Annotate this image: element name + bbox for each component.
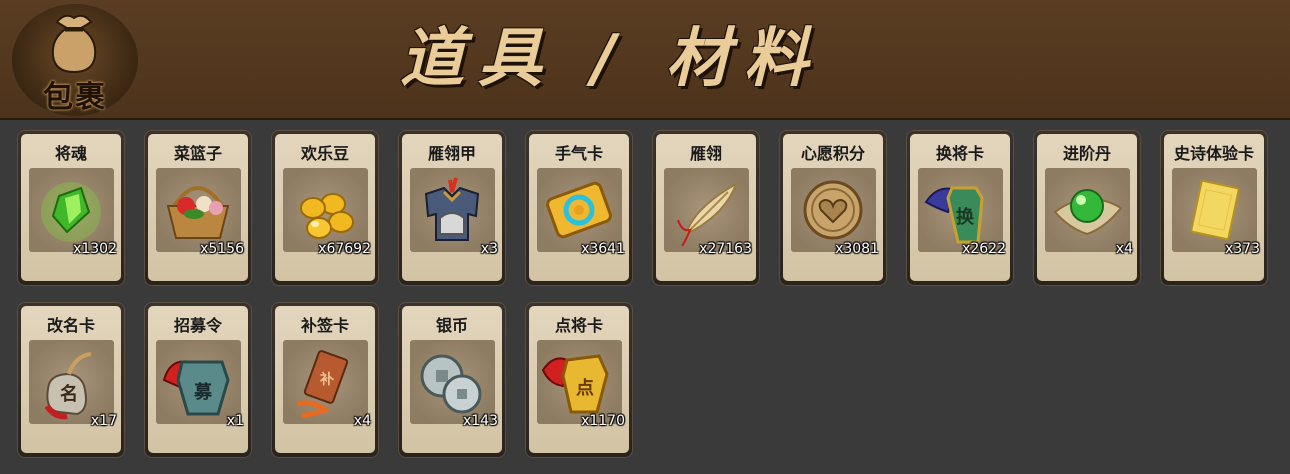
item-card-shishitiyanka[interactable]: 史诗体验卡 x373 [1160,130,1268,286]
item-name: 将魂 [54,144,87,163]
inventory-logo: 包裹 [12,4,138,116]
heart-coin-icon [803,180,863,240]
item-name: 史诗体验卡 [1173,144,1254,163]
rename-tag-icon: 名 [44,352,92,420]
item-card-dianjiangka[interactable]: 点将卡 点 x1170 [525,302,633,458]
item-quantity: x373 [1224,241,1260,257]
swap-general-token-icon: 换 [924,186,984,244]
item-name: 点将卡 [554,316,603,335]
item-name: 换将卡 [935,144,984,163]
svg-text:募: 募 [193,382,213,403]
item-name: 雁翎 [689,144,722,163]
item-card-yinbi[interactable]: 银币 x143 [398,302,506,458]
pick-general-token-icon: 点 [541,354,609,414]
item-quantity: x4 [1115,241,1133,257]
feather-icon [677,181,738,247]
item-quantity: x67692 [318,241,371,257]
header-bar: 包裹 道具 / 材料 [0,0,1290,120]
svg-text:点: 点 [576,377,594,399]
item-name: 改名卡 [46,316,95,335]
item-quantity: x4 [353,413,371,429]
item-quantity: x3641 [581,241,625,257]
svg-text:名: 名 [60,383,78,405]
page-title: 道具 / 材料 [400,22,822,96]
item-quantity: x27163 [699,241,752,257]
item-quantity: x1 [226,413,244,429]
item-card-gaimingka[interactable]: 改名卡 名 x17 [17,302,125,458]
epic-trial-card-icon [1190,179,1240,241]
item-card-yanling[interactable]: 雁翎 x27163 [652,130,760,286]
recruit-order-icon: 募 [162,360,230,416]
item-card-xinyuanjifen[interactable]: 心愿积分 x3081 [779,130,887,286]
item-card-cailanzi[interactable]: 菜篮子 x5156 [144,130,252,286]
item-quantity: x1302 [73,241,117,257]
armor-icon [424,177,480,241]
flower-basket-icon [166,186,230,239]
green-pill-icon [1053,189,1123,236]
item-name: 手气卡 [554,144,603,163]
luck-card-icon [546,181,612,239]
item-quantity: x5156 [200,241,244,257]
item-quantity: x2622 [962,241,1006,257]
item-card-huanjiangka[interactable]: 换将卡 换 x2622 [906,130,1014,286]
svg-text:换: 换 [956,206,975,228]
item-quantity: x3 [480,241,498,257]
item-name: 欢乐豆 [300,144,349,163]
bag-icon [51,14,97,74]
item-name: 银币 [435,316,468,335]
item-quantity: x17 [90,413,117,429]
item-card-buqianka[interactable]: 补签卡 补 x4 [271,302,379,458]
silver-coins-icon [420,354,482,414]
item-quantity: x143 [462,413,498,429]
gold-beans-icon [300,193,354,239]
item-name: 菜篮子 [173,144,222,163]
item-name: 雁翎甲 [427,144,476,163]
item-quantity: x1170 [581,413,625,429]
item-card-zhaomuling[interactable]: 招募令 募 x1 [144,302,252,458]
item-card-jinjiedan[interactable]: 进阶丹 x4 [1033,130,1141,286]
item-quantity: x3081 [835,241,879,257]
item-grid: 将魂 x1302 菜篮子 x5156 欢乐豆 x67692 雁翎甲 x3 手气卡… [17,130,1277,470]
inventory-logo-text: 包裹 [43,80,107,115]
item-name: 心愿积分 [800,144,865,163]
item-name: 招募令 [173,316,222,335]
makeup-signin-card-icon: 补 [296,350,349,419]
svg-text:补: 补 [319,371,334,388]
item-card-shouqika[interactable]: 手气卡 x3641 [525,130,633,286]
item-name: 进阶丹 [1062,144,1111,163]
item-card-huanledou[interactable]: 欢乐豆 x67692 [271,130,379,286]
item-card-jianghun[interactable]: 将魂 x1302 [17,130,125,286]
green-crystal-icon [41,182,101,242]
item-name: 补签卡 [300,316,349,335]
item-card-yanlingjia[interactable]: 雁翎甲 x3 [398,130,506,286]
